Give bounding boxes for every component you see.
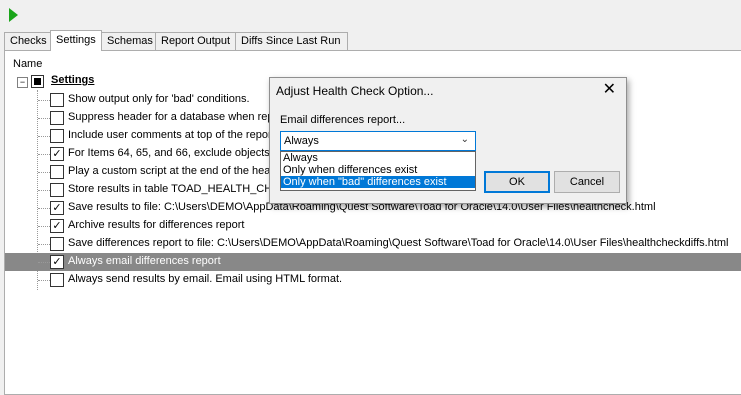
tree-connector-branch xyxy=(38,118,50,119)
cancel-button[interactable]: Cancel xyxy=(554,171,620,193)
item-label: Always email differences report xyxy=(68,255,221,267)
tree-connector-branch xyxy=(38,208,50,209)
tab-checks[interactable]: Checks xyxy=(4,32,52,50)
item-label: For Items 64, 65, and 66, exclude object… xyxy=(68,147,270,159)
tab-settings[interactable]: Settings xyxy=(50,30,102,51)
chevron-down-icon[interactable]: ⌄ xyxy=(461,134,469,145)
item-checkbox[interactable]: ✓ xyxy=(50,147,64,161)
email-diff-label: Email differences report... xyxy=(280,114,406,126)
item-label: Store results in table TOAD_HEALTH_CHEC xyxy=(68,183,288,195)
item-checkbox[interactable] xyxy=(50,111,64,125)
item-checkbox[interactable] xyxy=(50,237,64,251)
tree-connector-branch xyxy=(38,244,50,245)
item-label: Play a custom script at the end of the h… xyxy=(68,165,271,177)
dialog-title: Adjust Health Check Option... xyxy=(276,84,434,98)
tree-item-row[interactable]: Always send results by email. Email usin… xyxy=(5,271,741,289)
root-checkbox[interactable] xyxy=(31,75,44,88)
ok-button[interactable]: OK xyxy=(484,171,550,193)
item-checkbox[interactable] xyxy=(50,183,64,197)
tree-item-row[interactable]: ✓ Always email differences report xyxy=(5,253,741,271)
option-always[interactable]: Always xyxy=(281,152,475,164)
item-label: Include user comments at top of the repo… xyxy=(68,129,272,141)
tab-schemas[interactable]: Schemas xyxy=(101,32,156,50)
option-only-when-bad-diffs[interactable]: Only when "bad" differences exist xyxy=(281,176,475,188)
item-checkbox[interactable] xyxy=(50,165,64,179)
tree-connector-branch xyxy=(38,136,50,137)
tree-item-row[interactable]: Save differences report to file: C:\User… xyxy=(5,235,741,253)
close-icon[interactable]: ✕ xyxy=(603,80,616,100)
tab-report-output[interactable]: Report Output xyxy=(155,32,236,50)
tree-connector-branch xyxy=(38,100,50,101)
tree-root-label: Settings xyxy=(51,74,95,86)
tree-connector-branch xyxy=(38,172,50,173)
email-diff-select[interactable]: Always ⌄ xyxy=(280,131,476,151)
email-diff-dropdown: Always Only when differences exist Only … xyxy=(280,151,476,191)
item-label: Archive results for differences report xyxy=(68,219,245,231)
item-label: Show output only for 'bad' conditions. xyxy=(68,93,250,105)
item-label: Always send results by email. Email usin… xyxy=(68,273,343,285)
item-label: Save differences report to file: C:\User… xyxy=(68,237,729,249)
tree-connector-branch xyxy=(38,280,50,281)
play-icon[interactable] xyxy=(9,8,18,22)
item-checkbox[interactable]: ✓ xyxy=(50,201,64,215)
tab-diffs-since-last-run[interactable]: Diffs Since Last Run xyxy=(235,32,348,50)
item-checkbox[interactable] xyxy=(50,129,64,143)
item-label: Suppress header for a database when rep xyxy=(68,111,274,123)
toolbar xyxy=(0,0,741,30)
option-only-when-diffs[interactable]: Only when differences exist xyxy=(281,164,475,176)
collapse-icon[interactable]: − xyxy=(17,77,28,88)
item-checkbox[interactable]: ✓ xyxy=(50,255,64,269)
item-checkbox[interactable] xyxy=(50,93,64,107)
tree-connector-branch xyxy=(38,190,50,191)
tree-connector-branch xyxy=(38,262,50,263)
combo-value: Always xyxy=(284,135,319,147)
tree-connector-branch xyxy=(38,226,50,227)
tree-item-row[interactable]: ✓ Archive results for differences report xyxy=(5,217,741,235)
adjust-option-dialog: Adjust Health Check Option... ✕ Email di… xyxy=(269,77,627,204)
tree-connector-branch xyxy=(38,154,50,155)
item-checkbox[interactable]: ✓ xyxy=(50,219,64,233)
item-checkbox[interactable] xyxy=(50,273,64,287)
column-header-name[interactable]: Name xyxy=(5,56,42,72)
